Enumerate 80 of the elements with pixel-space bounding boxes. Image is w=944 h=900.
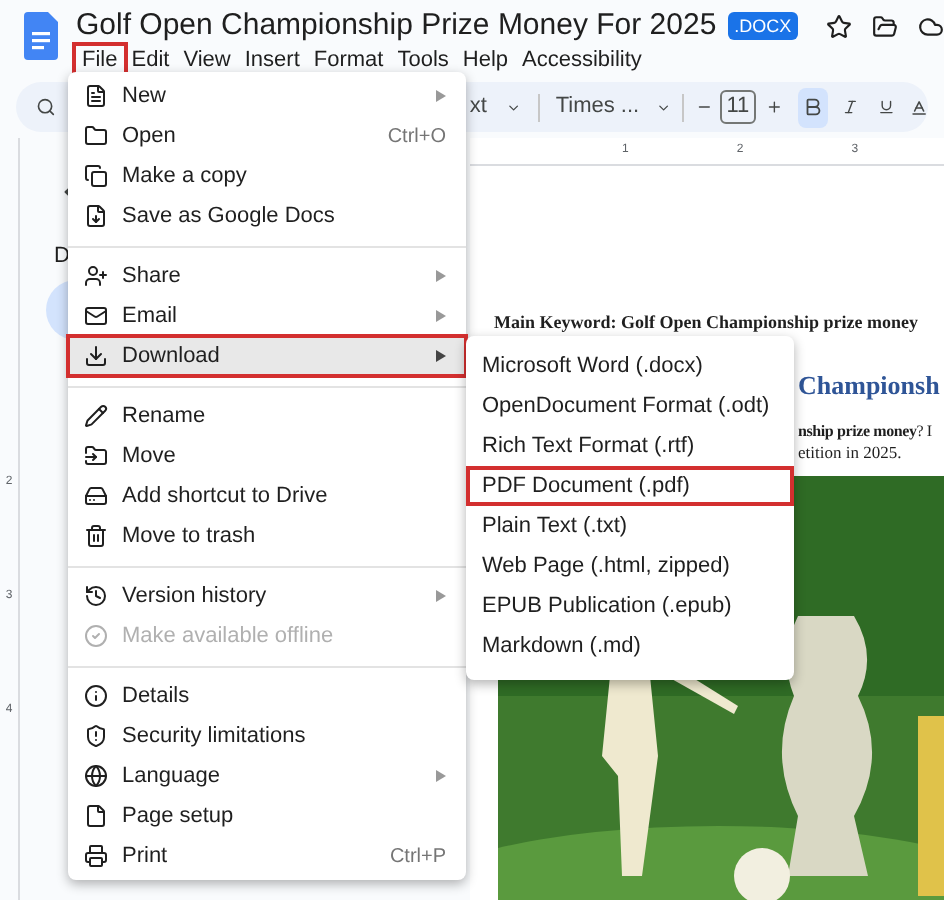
shield-icon bbox=[84, 724, 108, 748]
submenu-arrow-icon bbox=[436, 590, 446, 602]
trash-icon bbox=[84, 524, 108, 548]
submenu-arrow-icon bbox=[436, 350, 446, 362]
submenu-arrow-icon bbox=[436, 270, 446, 282]
history-icon bbox=[84, 584, 108, 608]
page-icon bbox=[84, 804, 108, 828]
pencil-icon bbox=[84, 404, 108, 428]
menu-bar-item[interactable]: File bbox=[76, 46, 124, 74]
menu-item[interactable]: Plain Text (.txt) bbox=[466, 506, 794, 546]
menu-item[interactable]: Rich Text Format (.rtf) bbox=[466, 426, 794, 466]
drive-shortcut-icon bbox=[84, 484, 108, 508]
menu-item[interactable]: PDF Document (.pdf) bbox=[466, 466, 794, 506]
menu-item[interactable]: Make a copy bbox=[68, 156, 466, 196]
style-dropdown[interactable]: xt bbox=[469, 90, 487, 124]
document-icon bbox=[84, 84, 108, 108]
submenu-arrow-icon bbox=[436, 770, 446, 782]
bold-button[interactable] bbox=[797, 87, 829, 127]
menu-item[interactable]: Add shortcut to Drive bbox=[68, 476, 466, 516]
globe-icon bbox=[84, 764, 108, 788]
menu-bar-item[interactable]: Help bbox=[456, 46, 515, 74]
menu-bar-item[interactable]: Tools bbox=[391, 46, 455, 74]
menu-item[interactable]: Language bbox=[68, 756, 466, 796]
menu-item[interactable]: Details bbox=[68, 676, 466, 716]
submenu-arrow-icon bbox=[436, 310, 446, 322]
increase-size-icon[interactable] bbox=[765, 96, 782, 118]
menu-item[interactable]: Version history bbox=[68, 576, 466, 616]
menu-item[interactable]: EPUB Publication (.epub) bbox=[466, 586, 794, 626]
menu-bar-item[interactable]: View bbox=[177, 46, 237, 74]
font-dropdown[interactable]: Times ... bbox=[555, 90, 640, 124]
submenu-arrow-icon bbox=[436, 90, 446, 102]
menu-item[interactable]: Web Page (.html, zipped) bbox=[466, 546, 794, 586]
keyword-line: Main Keyword: Golf Open Championship prize money bbox=[494, 310, 921, 334]
menu-item[interactable]: Download bbox=[68, 336, 466, 376]
menu-item[interactable]: Email bbox=[68, 296, 466, 336]
file-type-badge: .DOCX bbox=[728, 12, 798, 40]
star-icon[interactable] bbox=[825, 13, 852, 39]
search-icon[interactable] bbox=[36, 94, 56, 120]
menu-item[interactable]: Open Ctrl+O bbox=[68, 116, 466, 156]
menu-item[interactable]: Rename bbox=[68, 396, 466, 436]
folder-icon[interactable] bbox=[871, 13, 898, 39]
menu-item[interactable]: Microsoft Word (.docx) bbox=[466, 346, 794, 386]
menu-bar-item[interactable]: Accessibility bbox=[516, 46, 648, 74]
bold-icon bbox=[802, 96, 825, 118]
menu-bar-item[interactable]: Insert bbox=[238, 46, 306, 74]
check-circle-icon bbox=[84, 624, 108, 648]
body-text: nship prize money? I bbox=[798, 421, 934, 441]
menu-item[interactable]: Share bbox=[68, 256, 466, 296]
document-heading: Championsh bbox=[798, 368, 942, 404]
shortcut-text: Ctrl+O bbox=[387, 123, 446, 151]
document-title[interactable]: Golf Open Championship Prize Money For 2025 bbox=[76, 8, 717, 44]
file-download-icon bbox=[84, 204, 108, 228]
folder-icon bbox=[84, 124, 108, 148]
copy-icon bbox=[84, 164, 108, 188]
menu-item[interactable]: Security limitations bbox=[68, 716, 466, 756]
menu-bar-item[interactable]: Format bbox=[307, 46, 390, 74]
docs-logo-icon[interactable] bbox=[24, 12, 58, 60]
add-person-icon bbox=[84, 264, 108, 288]
cloud-icon[interactable] bbox=[917, 13, 944, 39]
print-icon bbox=[84, 844, 108, 868]
menu-bar-item[interactable]: Edit bbox=[125, 46, 176, 74]
shortcut-text: Ctrl+P bbox=[389, 843, 446, 871]
outline-heading: D bbox=[54, 242, 70, 272]
menu-item[interactable]: Page setup bbox=[68, 796, 466, 836]
menu-item[interactable]: New bbox=[68, 76, 466, 116]
body-text: etition in 2025. bbox=[798, 441, 904, 461]
download-icon bbox=[84, 344, 108, 368]
menu-item[interactable]: Save as Google Docs bbox=[68, 196, 466, 236]
menu-item[interactable]: Markdown (.md) bbox=[466, 626, 794, 666]
italic-icon[interactable] bbox=[842, 96, 860, 118]
text-color-icon[interactable] bbox=[909, 95, 929, 119]
menu-item[interactable]: Move to trash bbox=[68, 516, 466, 556]
font-size-field[interactable]: 11 bbox=[720, 90, 756, 124]
mail-icon bbox=[84, 304, 108, 328]
underline-icon[interactable] bbox=[877, 96, 894, 118]
info-icon bbox=[84, 684, 108, 708]
menu-item[interactable]: OpenDocument Format (.odt) bbox=[466, 386, 794, 426]
menu-item[interactable]: Move bbox=[68, 436, 466, 476]
menu-item[interactable]: Print Ctrl+P bbox=[68, 836, 466, 876]
folder-move-icon bbox=[84, 444, 108, 468]
